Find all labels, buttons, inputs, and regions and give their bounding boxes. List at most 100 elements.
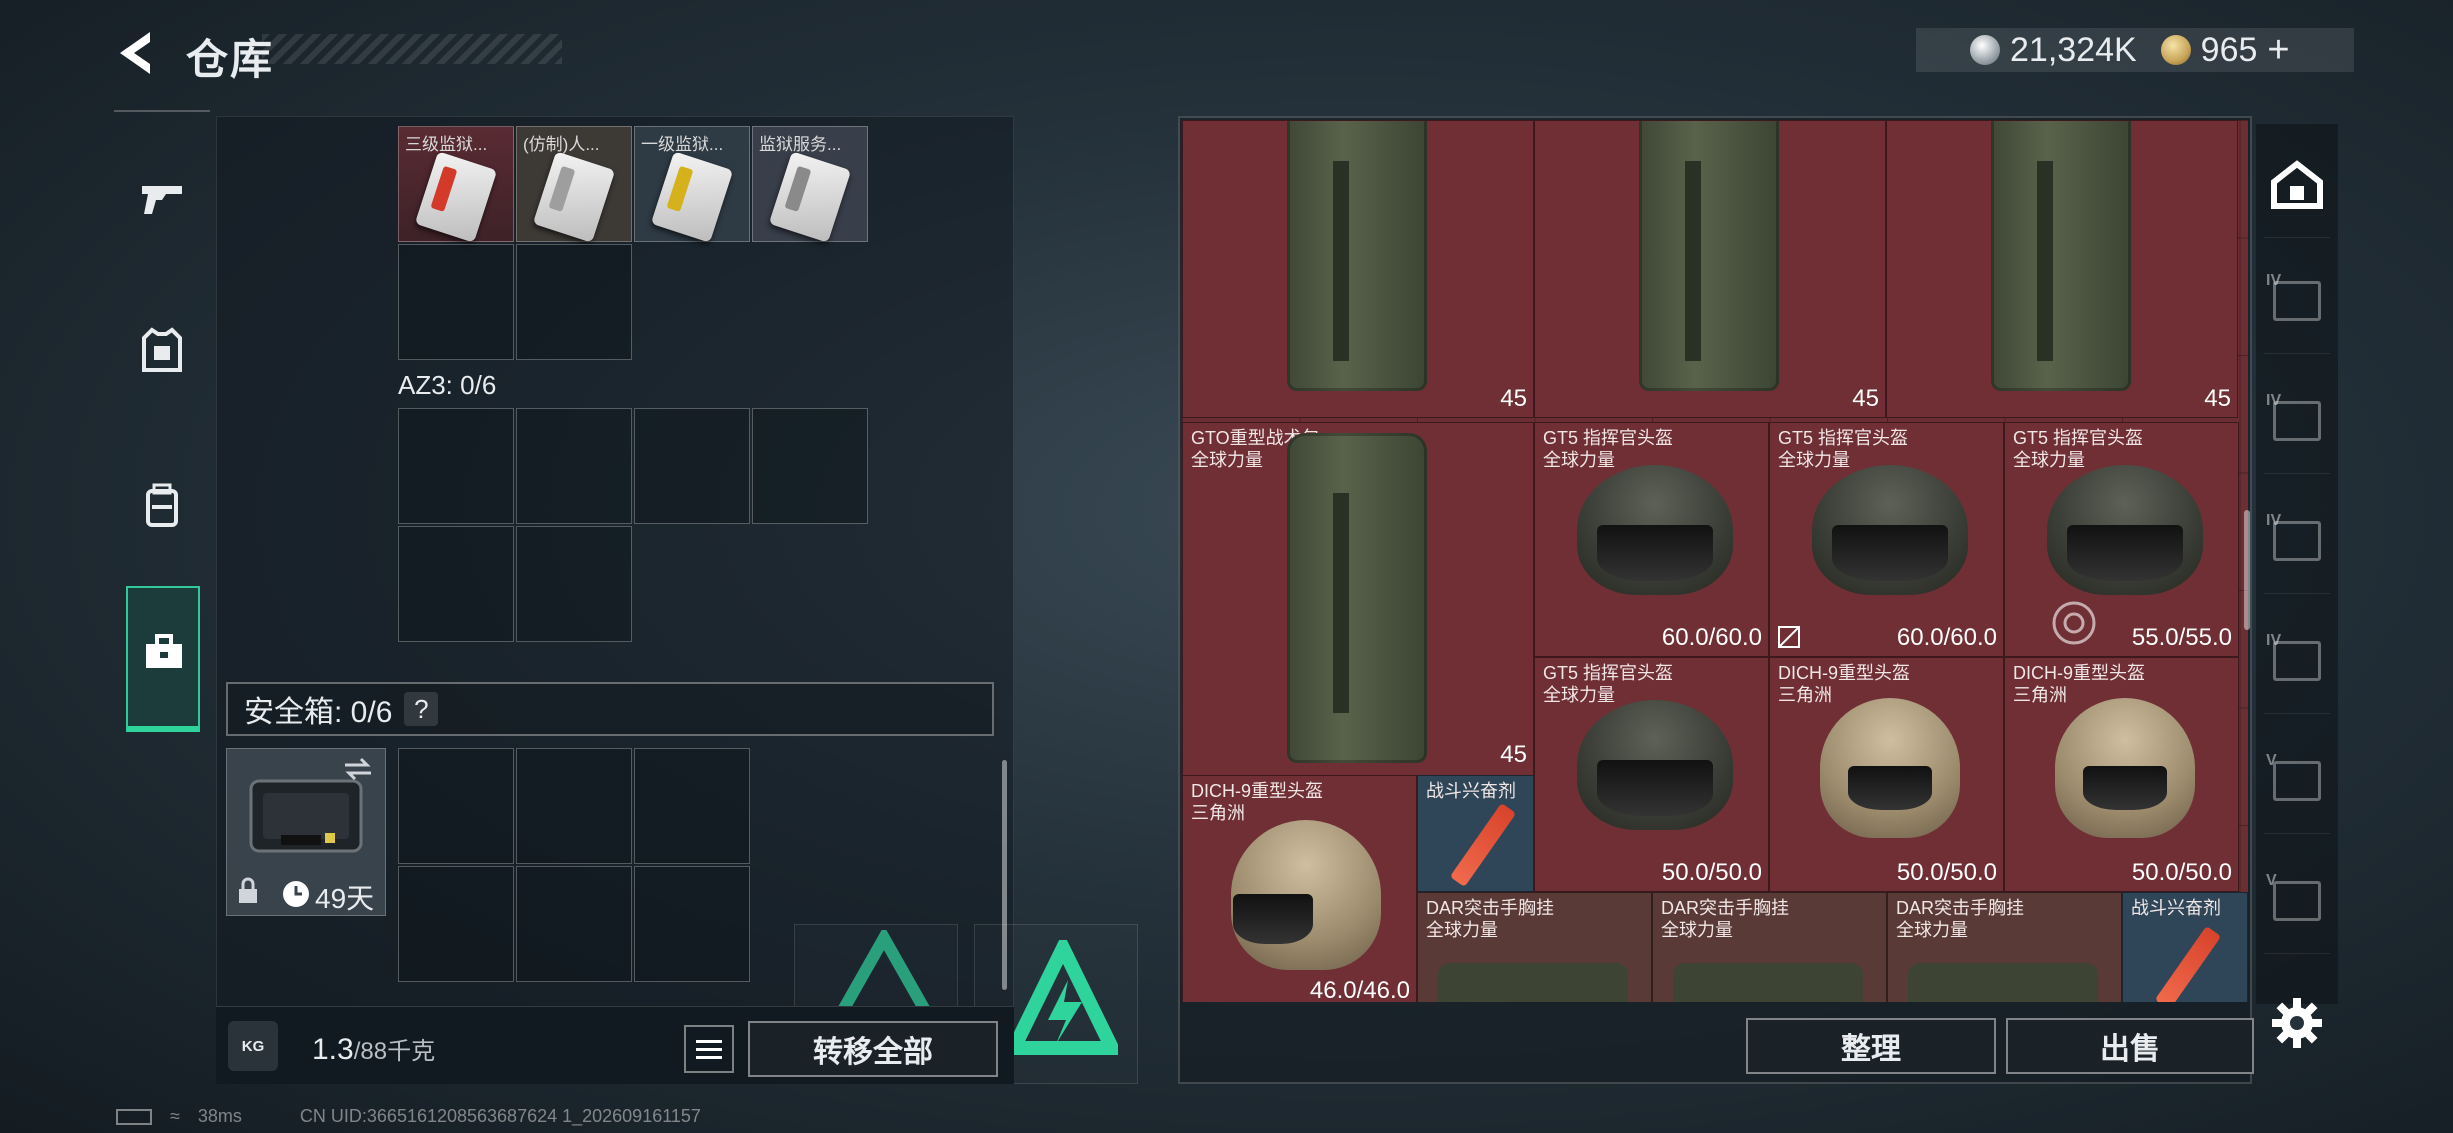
stash-item-helmet[interactable]: GT5 指挥官头盔 全球力量 60.0/60.0	[1769, 422, 2004, 657]
stash-tab-rail: IV IV IV IV V V	[2256, 124, 2338, 1004]
stash-box-icon: IV	[2266, 392, 2321, 441]
item-value: 45	[1500, 385, 1527, 412]
safe-slot[interactable]	[634, 866, 750, 982]
empty-slot[interactable]	[398, 526, 514, 642]
category-armor[interactable]	[126, 314, 198, 386]
scroll-thumb[interactable]	[2244, 510, 2250, 630]
empty-slot[interactable]	[516, 408, 632, 524]
chest-rig-image	[1908, 963, 2098, 1002]
item-name: DICH-9重型头盔	[1191, 781, 1324, 801]
stash-item-helmet[interactable]: DICH-9重型头盔 三角洲 50.0/50.0	[1769, 657, 2004, 892]
stash-scrollbar[interactable]	[2244, 120, 2250, 1002]
swap-icon[interactable]	[343, 757, 373, 781]
clock-icon	[283, 881, 309, 907]
stash-item-backpack[interactable]: 45	[1534, 120, 1886, 418]
keycard-icon	[650, 151, 734, 243]
empty-slot[interactable]	[752, 408, 868, 524]
item-faction: 全球力量	[1426, 920, 1498, 940]
category-backpack[interactable]	[126, 470, 198, 542]
safe-box-item[interactable]: 49天	[226, 748, 386, 916]
backpack-image	[1639, 121, 1779, 391]
list-view-button[interactable]	[684, 1025, 734, 1073]
item-value: 45	[2204, 385, 2231, 412]
stash-item-chest-rig[interactable]: DAR突击手胸挂 全球力量	[1417, 892, 1652, 1002]
settings-button[interactable]	[2270, 996, 2324, 1050]
stash-item-helmet[interactable]: GT5 指挥官头盔 全球力量 55.0/55.0	[2004, 422, 2239, 657]
item-name: (仿制)人...	[523, 135, 600, 154]
stash-tab-4[interactable]: IV	[2264, 608, 2330, 714]
syringe-image	[1449, 802, 1517, 888]
safe-slot[interactable]	[398, 866, 514, 982]
stash-item-chest-rig[interactable]: DAR突击手胸挂 全球力量	[1887, 892, 2122, 1002]
stash-item-chest-rig[interactable]: DAR突击手胸挂 全球力量	[1652, 892, 1887, 1002]
sell-button[interactable]: 出售	[2006, 1018, 2254, 1074]
safe-slot[interactable]	[398, 748, 514, 864]
keycard-item[interactable]: 监狱服务...	[752, 126, 868, 243]
safe-case-icon	[249, 779, 363, 853]
item-name: DICH-9重型头盔	[2013, 663, 2146, 683]
sort-button[interactable]: 整理	[1746, 1018, 1996, 1074]
gear-icon	[2272, 998, 2322, 1048]
backpack-image	[1287, 433, 1427, 763]
empty-slot[interactable]	[398, 408, 514, 524]
status-footer: ≈ 38ms CN UID:3665161208563687624 1_2026…	[116, 1106, 701, 1127]
keycard-item[interactable]: 三级监狱...	[398, 126, 514, 243]
stash-tab-5[interactable]: V	[2264, 728, 2330, 834]
stash-tab-6[interactable]: V	[2264, 848, 2330, 954]
weight-icon: KG	[228, 1021, 278, 1071]
add-currency-button[interactable]: +	[2267, 29, 2289, 72]
stash-item-backpack[interactable]: 45	[1182, 120, 1534, 418]
empty-slot[interactable]	[398, 244, 514, 360]
home-icon	[2271, 159, 2323, 209]
stash-item-helmet[interactable]: GT5 指挥官头盔 全球力量 50.0/50.0	[1534, 657, 1769, 892]
armor-vest-icon	[142, 327, 182, 372]
empty-slot[interactable]	[634, 408, 750, 524]
empty-slot[interactable]	[516, 526, 632, 642]
back-button[interactable]	[112, 28, 162, 78]
item-value: 55.0/55.0	[2131, 624, 2232, 651]
help-button[interactable]: ?	[404, 692, 439, 726]
keycard-item[interactable]: (仿制)人...	[516, 126, 632, 243]
stash-item-stimulant[interactable]: 战斗兴奋剂	[1417, 775, 1534, 892]
battery-icon	[116, 1108, 152, 1125]
stash-item-stimulant[interactable]: 战斗兴奋剂	[2122, 892, 2248, 1002]
item-name: DAR突击手胸挂	[1661, 898, 1790, 918]
keycard-icon	[414, 151, 498, 243]
stash-item-backpack[interactable]: 45	[1886, 120, 2238, 418]
keycard-icon	[532, 151, 616, 243]
safe-slot[interactable]	[634, 748, 750, 864]
stash-item-helmet[interactable]: DICH-9重型头盔 三角洲 46.0/46.0	[1182, 775, 1417, 1002]
toolbox-icon	[146, 634, 182, 668]
back-arrow-icon	[120, 32, 150, 74]
keycard-icon	[768, 151, 852, 243]
stash-box-icon: V	[2266, 872, 2321, 921]
stash-tab-home[interactable]	[2264, 132, 2330, 238]
stash-box-icon: IV	[2266, 272, 2321, 321]
stash-tab-3[interactable]: IV	[2264, 488, 2330, 594]
stash-item-helmet[interactable]: DICH-9重型头盔 三角洲 50.0/50.0	[2004, 657, 2239, 892]
wifi-icon: ≈	[170, 1106, 180, 1126]
ping-readout: 38ms	[197, 1106, 242, 1126]
item-name: DICH-9重型头盔	[1778, 663, 1911, 683]
item-name: 监狱服务...	[759, 135, 842, 154]
empty-slot[interactable]	[516, 244, 632, 360]
keycard-item[interactable]: 一级监狱...	[634, 126, 750, 243]
stash-grid: 45 45 45 GTO重型战术包 全球力量 45 GT5 指挥官头盔 全球力量 6…	[1182, 120, 2248, 1002]
transfer-all-button[interactable]: 转移全部	[748, 1021, 998, 1077]
weight-current: 1.3	[312, 1033, 354, 1066]
stash-tab-1[interactable]: IV	[2264, 248, 2330, 354]
category-weapons[interactable]	[126, 162, 198, 234]
item-value: 46.0/46.0	[1309, 977, 1410, 1002]
item-name: 三级监狱...	[405, 135, 488, 154]
item-faction: 全球力量	[1896, 920, 1968, 940]
item-name: GT5 指挥官头盔	[1543, 663, 1674, 683]
item-value: 45	[1500, 741, 1527, 768]
safe-slot[interactable]	[516, 866, 632, 982]
pistol-icon	[142, 186, 182, 214]
stash-tab-2[interactable]: IV	[2264, 368, 2330, 474]
stash-item-helmet[interactable]: GT5 指挥官头盔 全球力量 60.0/60.0	[1534, 422, 1769, 657]
safe-box-days: 49天	[315, 883, 375, 914]
safe-slot[interactable]	[516, 748, 632, 864]
item-value: 45	[1852, 385, 1879, 412]
category-safe-box[interactable]	[126, 586, 200, 732]
